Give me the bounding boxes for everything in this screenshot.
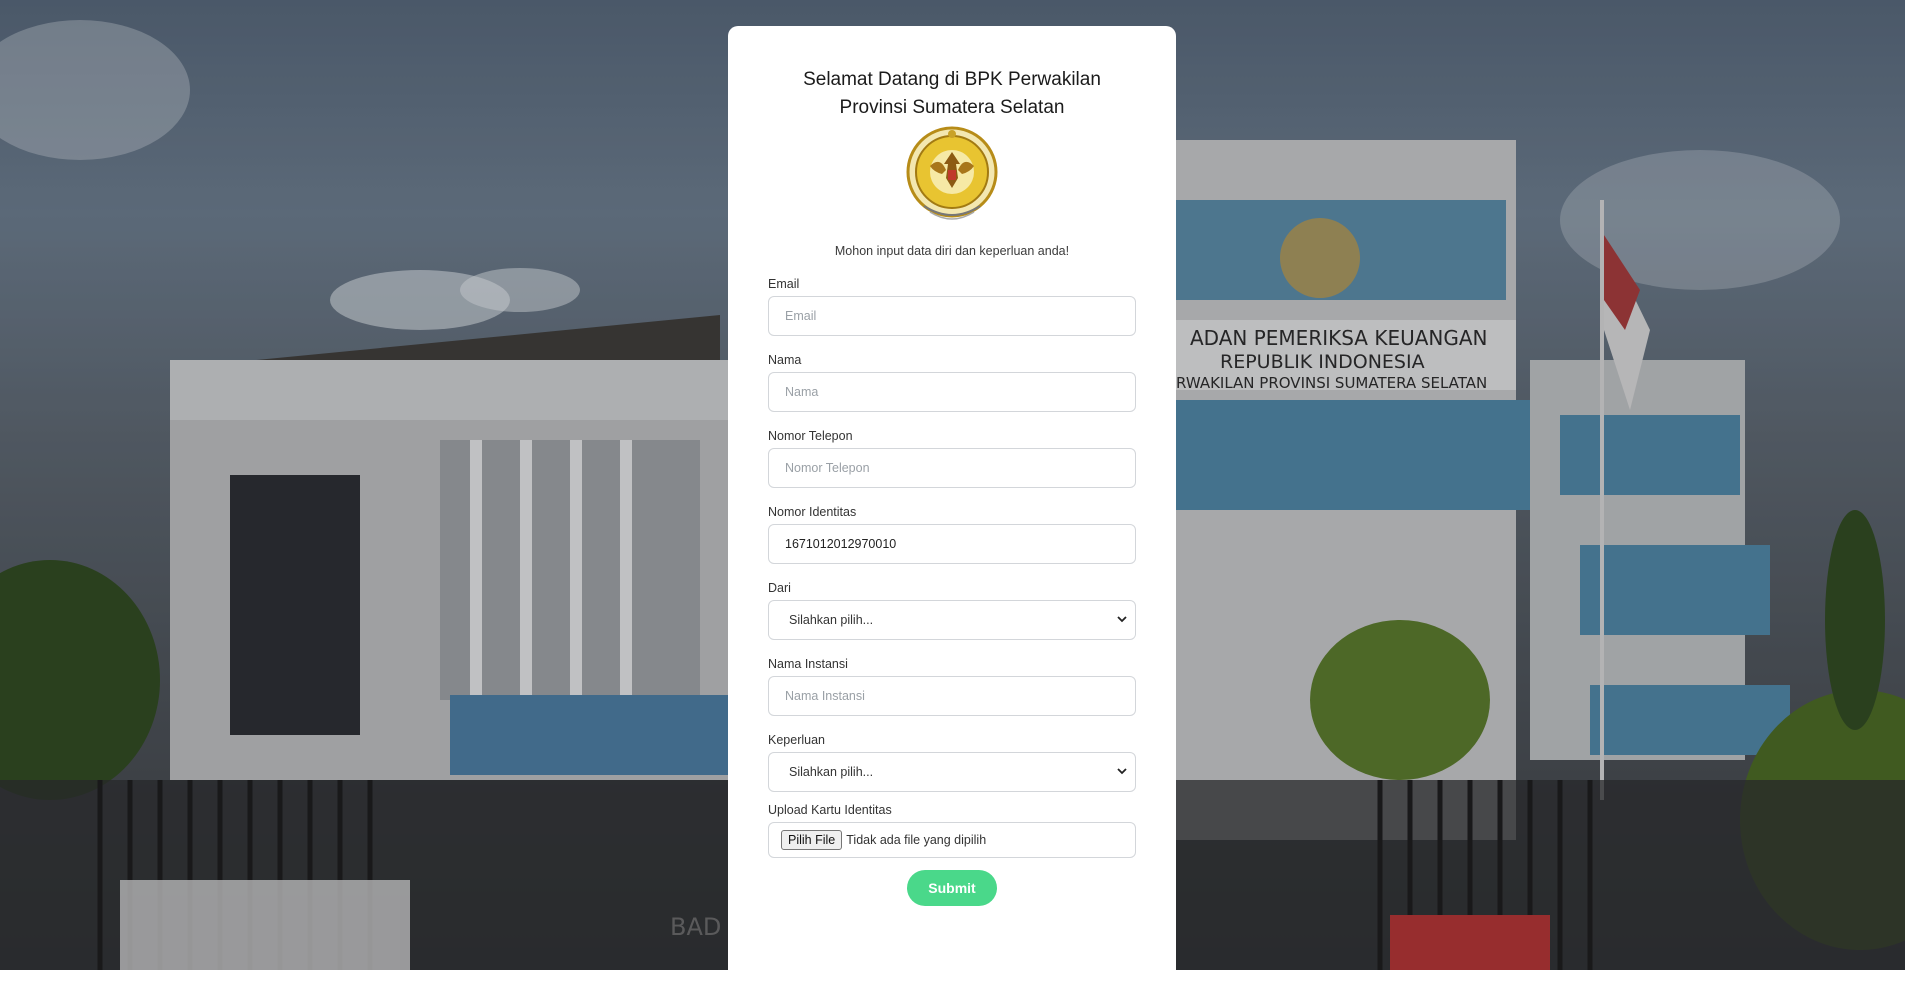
submit-button[interactable]: Submit	[907, 870, 997, 906]
logo-container	[768, 124, 1136, 228]
keperluan-select[interactable]: Silahkan pilih...	[768, 752, 1136, 792]
identitas-field[interactable]	[768, 524, 1136, 564]
bpk-emblem-icon	[906, 126, 998, 220]
guest-form-card: Selamat Datang di BPK Perwakilan Provins…	[728, 26, 1176, 986]
email-field[interactable]	[768, 296, 1136, 336]
nama-field[interactable]	[768, 372, 1136, 412]
chevron-down-icon	[1117, 614, 1127, 627]
dari-select[interactable]: Silahkan pilih...	[768, 600, 1136, 640]
identitas-label: Nomor Identitas	[768, 505, 857, 519]
submit-container: Submit	[768, 870, 1136, 906]
upload-file-input[interactable]: Pilih File Tidak ada file yang dipilih	[768, 822, 1136, 858]
dari-selected-value: Silahkan pilih...	[789, 613, 874, 627]
dari-label: Dari	[768, 581, 791, 595]
form-instruction: Mohon input data diri dan keperluan anda…	[834, 244, 1070, 258]
nama-label: Nama	[768, 353, 802, 367]
telepon-label: Nomor Telepon	[768, 429, 853, 443]
upload-label: Upload Kartu Identitas	[768, 803, 892, 817]
file-status-text: Tidak ada file yang dipilih	[846, 833, 987, 847]
page-title: Selamat Datang di BPK Perwakilan Provins…	[803, 69, 1101, 118]
chevron-down-icon	[1117, 766, 1127, 779]
keperluan-label: Keperluan	[768, 733, 825, 747]
telepon-field[interactable]	[768, 448, 1136, 488]
choose-file-button[interactable]: Pilih File	[781, 830, 843, 850]
instansi-label: Nama Instansi	[768, 657, 848, 671]
email-label: Email	[768, 277, 800, 291]
keperluan-selected-value: Silahkan pilih...	[789, 765, 874, 779]
instansi-field[interactable]	[768, 676, 1136, 716]
